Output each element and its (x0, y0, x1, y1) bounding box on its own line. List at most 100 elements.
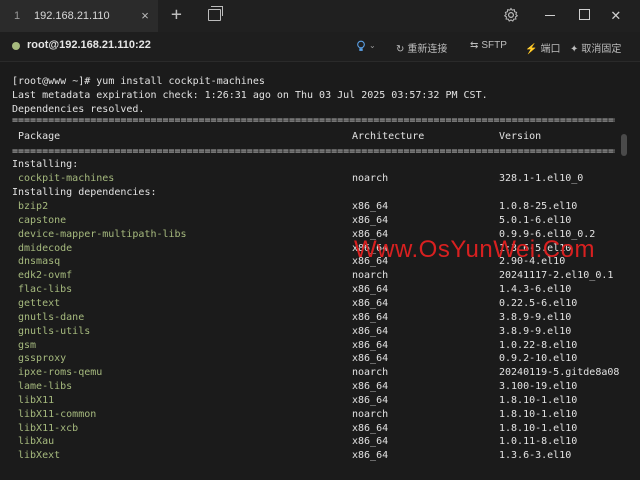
installing-deps-label: Installing dependencies: (12, 187, 157, 198)
package-version: 3.8.9-9.el10 (499, 311, 572, 323)
package-row: libXau x86_64 1.0.11-8.el10 (0, 435, 640, 449)
tab-index: 1 (14, 10, 21, 22)
separator-top: ========================================… (12, 115, 615, 126)
package-arch: x86_64 (352, 297, 389, 309)
package-row: libX11-common noarch 1.8.10-1.el10 (0, 408, 640, 422)
connection-status-icon (12, 42, 20, 50)
package-row: capstone x86_64 5.0.1-6.el10 (0, 214, 640, 228)
package-version: 1.8.10-1.el10 (499, 408, 578, 420)
watermark: Www.OsYunWei.Com (354, 236, 595, 263)
close-window-icon[interactable]: ✕ (611, 5, 621, 25)
close-tab-icon[interactable]: × (138, 9, 152, 23)
package-name: capstone (18, 214, 67, 226)
package-name: gnutls-utils (18, 325, 91, 337)
package-arch: x86_64 (352, 201, 389, 212)
package-name: dnsmasq (18, 256, 61, 268)
header-architecture: Architecture (352, 131, 425, 142)
package-name: ipxe-roms-qemu (18, 367, 103, 379)
tab-title: 192.168.21.110 (34, 10, 110, 22)
tab-manager-icon[interactable] (208, 6, 223, 21)
package-row: lame-libs x86_64 3.100-19.el10 (0, 380, 640, 394)
reconnect-label: 重新连接 (407, 44, 448, 55)
package-row: libX11-xcb x86_64 1.8.10-1.el10 (0, 422, 640, 436)
package-name: libX11 (18, 394, 55, 406)
package-version: 3.100-19.el10 (499, 381, 578, 393)
package-name: bzip2 (18, 201, 49, 212)
package-arch: noarch (352, 408, 389, 420)
refresh-icon: ↻ (396, 44, 405, 55)
sftp-label: SFTP (481, 40, 507, 51)
scrollbar[interactable] (621, 134, 627, 156)
package-name: gnutls-dane (18, 311, 85, 323)
package-version: 1.0.22-8.el10 (499, 339, 578, 351)
package-row: gnutls-dane x86_64 3.8.9-9.el10 (0, 311, 640, 325)
package-row: flac-libs x86_64 1.4.3-6.el10 (0, 283, 640, 297)
gear-icon[interactable] (503, 7, 519, 23)
package-version: 1.0.11-8.el10 (499, 436, 578, 448)
package-version: 20240119-5.gitde8a08 (499, 367, 620, 379)
ports-label: 端口 (540, 44, 561, 55)
separator-header: ========================================… (12, 146, 615, 157)
ports-button[interactable]: ⚡ 端口 (525, 40, 560, 55)
package-row: libX11 x86_64 1.8.10-1.el10 (0, 394, 640, 408)
package-arch: x86_64 (352, 214, 389, 226)
package-name: libXext (18, 450, 61, 462)
bulb-icon[interactable] (356, 40, 366, 55)
package-version: 3.8.9-9.el10 (499, 325, 572, 337)
package-arch: noarch (352, 367, 389, 379)
package-version: 1.8.10-1.el10 (499, 422, 578, 434)
header-package: Package (18, 131, 61, 142)
package-row: cockpit-machines noarch 328.1-1.el10_0 (0, 172, 640, 186)
package-arch: x86_64 (352, 284, 389, 296)
package-version: 1.4.3-6.el10 (499, 284, 572, 296)
package-name: libX11-xcb (18, 422, 79, 434)
installing-label: Installing: (12, 159, 79, 170)
package-version: 20241117-2.el10_0.1 (499, 270, 614, 282)
package-name: dmidecode (18, 242, 73, 254)
package-row: bzip2 x86_64 1.0.8-25.el10 (0, 200, 640, 214)
package-name: libXau (18, 436, 55, 448)
package-arch: x86_64 (352, 353, 389, 365)
package-row: gettext x86_64 0.22.5-6.el10 (0, 297, 640, 311)
package-row: gssproxy x86_64 0.9.2-10.el10 (0, 352, 640, 366)
plug-icon: ⚡ (525, 44, 538, 55)
package-row: gnutls-utils x86_64 3.8.9-9.el10 (0, 325, 640, 339)
package-row: libXext x86_64 1.3.6-3.el10 (0, 449, 640, 463)
package-version: 0.9.2-10.el10 (499, 353, 578, 365)
unpin-button[interactable]: ✦ 取消固定 (570, 40, 621, 55)
package-arch: x86_64 (352, 450, 389, 462)
package-row: edk2-ovmf noarch 20241117-2.el10_0.1 (0, 269, 640, 283)
package-row: ipxe-roms-qemu noarch 20240119-5.gitde8a08 (0, 366, 640, 380)
header-version: Version (499, 131, 542, 142)
new-tab-icon[interactable]: + (171, 5, 182, 25)
package-arch: noarch (352, 270, 389, 282)
package-arch: noarch (352, 173, 389, 184)
maximize-icon[interactable] (579, 9, 590, 20)
package-version: 328.1-1.el10_0 (499, 173, 584, 184)
sftp-button[interactable]: ⇆ SFTP (470, 40, 507, 51)
package-arch: x86_64 (352, 339, 389, 351)
package-name: libX11-common (18, 408, 97, 420)
package-name: cockpit-machines (18, 173, 115, 184)
package-name: gsm (18, 339, 37, 351)
tab-session[interactable]: 1 192.168.21.110 × (0, 0, 158, 32)
tab-bar: 1 192.168.21.110 × + ✕ (0, 0, 640, 32)
session-title: root@192.168.21.110:22 (27, 39, 151, 51)
minimize-icon[interactable] (545, 15, 555, 16)
package-name: flac-libs (18, 284, 73, 296)
session-toolbar: root@192.168.21.110:22 ⌄ ↻ 重新连接 ⇆ SFTP ⚡ 端口… (0, 32, 640, 62)
terminal-pane[interactable]: [root@www ~]# yum install cockpit-machin… (0, 62, 640, 480)
package-arch: x86_64 (352, 325, 389, 337)
package-name: gssproxy (18, 353, 67, 365)
package-arch: x86_64 (352, 394, 389, 406)
package-version: 0.22.5-6.el10 (499, 297, 578, 309)
package-name: edk2-ovmf (18, 270, 73, 282)
metadata-line: Last metadata expiration check: 1:26:31 … (12, 90, 488, 101)
chevron-down-icon[interactable]: ⌄ (369, 41, 376, 50)
package-version: 1.8.10-1.el10 (499, 394, 578, 406)
package-name: gettext (18, 297, 61, 309)
reconnect-button[interactable]: ↻ 重新连接 (396, 40, 447, 55)
unpin-label: 取消固定 (581, 44, 622, 55)
folder-transfer-icon: ⇆ (470, 40, 479, 51)
package-version: 1.3.6-3.el10 (499, 450, 572, 462)
